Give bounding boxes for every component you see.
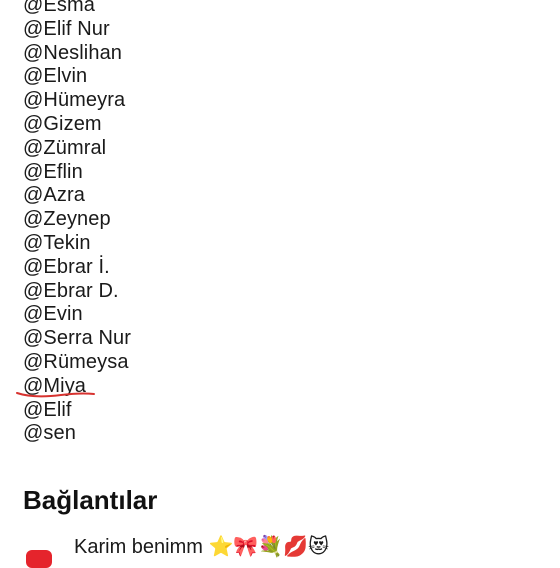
- mention-item[interactable]: @Miya: [23, 375, 131, 399]
- mention-handle[interactable]: @Hümeyra: [23, 89, 125, 113]
- mention-handle[interactable]: @Esma: [23, 0, 95, 18]
- mention-item[interactable]: @Tekin: [23, 232, 131, 256]
- links-section-title: Bağlantılar: [23, 485, 158, 515]
- mention-handle[interactable]: @Zümral: [23, 137, 106, 161]
- mention-item[interactable]: @Azra: [23, 184, 131, 208]
- mention-handle[interactable]: @Elif: [23, 399, 72, 423]
- mention-handle[interactable]: @Ebrar İ.: [23, 256, 110, 280]
- mention-handle[interactable]: @Neslihan: [23, 42, 122, 66]
- mention-item[interactable]: @Eflin: [23, 161, 131, 185]
- mention-item[interactable]: @sen: [23, 422, 131, 446]
- mention-item[interactable]: @Elvin: [23, 65, 131, 89]
- link-label[interactable]: Karim benimm ⭐🎀💐💋😻: [74, 535, 329, 559]
- mention-item[interactable]: @Zeynep: [23, 208, 131, 232]
- mention-item[interactable]: @Gizem: [23, 113, 131, 137]
- mention-handle[interactable]: @Azra: [23, 184, 85, 208]
- mention-handle[interactable]: @Elvin: [23, 65, 87, 89]
- mention-item[interactable]: @Hümeyra: [23, 89, 131, 113]
- mention-handle[interactable]: @Miya: [23, 375, 86, 399]
- mention-item[interactable]: @Elif: [23, 399, 131, 423]
- mention-item[interactable]: @Esma: [23, 0, 131, 18]
- mention-item[interactable]: @Ebrar İ.: [23, 256, 131, 280]
- mention-list: @Esma @Elif Nur @Neslihan @Elvin @Hümeyra @Gi…: [23, 0, 131, 446]
- mention-item[interactable]: @Rümeysa: [23, 351, 131, 375]
- mention-handle[interactable]: @Gizem: [23, 113, 102, 137]
- mention-handle[interactable]: @Rümeysa: [23, 351, 129, 375]
- mention-handle[interactable]: @sen: [23, 422, 76, 446]
- mention-handle[interactable]: @Ebrar D.: [23, 280, 119, 304]
- mention-item[interactable]: @Neslihan: [23, 42, 131, 66]
- mention-handle[interactable]: @Serra Nur: [23, 327, 131, 351]
- mention-item[interactable]: @Elif Nur: [23, 18, 131, 42]
- mention-item[interactable]: @Evin: [23, 303, 131, 327]
- mention-handle[interactable]: @Eflin: [23, 161, 83, 185]
- mention-handle[interactable]: @Tekin: [23, 232, 91, 256]
- mention-handle[interactable]: @Elif Nur: [23, 18, 110, 42]
- mention-handle[interactable]: @Zeynep: [23, 208, 111, 232]
- mention-item[interactable]: @Zümral: [23, 137, 131, 161]
- mention-item[interactable]: @Serra Nur: [23, 327, 131, 351]
- youtube-icon: [26, 550, 52, 568]
- link-item[interactable]: Karim benimm ⭐🎀💐💋😻: [0, 528, 560, 568]
- mention-item[interactable]: @Ebrar D.: [23, 280, 131, 304]
- mention-handle[interactable]: @Evin: [23, 303, 83, 327]
